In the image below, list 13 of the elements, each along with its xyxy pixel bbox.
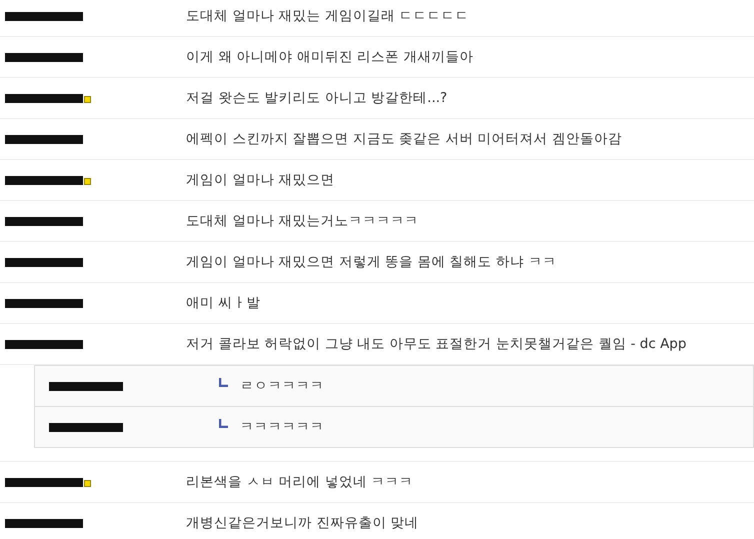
reply-text: ㄹㅇㅋㅋㅋㅋ [240, 377, 324, 395]
comment-text: 리본색을 ㅅㅂ 머리에 넣었네 ㅋㅋㅋ [186, 473, 414, 491]
comment-text: 애미 씨ㅏ발 [186, 294, 260, 312]
comment-text: 게임이 얼마나 재밌으면 [186, 171, 335, 189]
comment-text: 게임이 얼마나 재밌으면 저렇게 똥을 몸에 칠해도 하냐 ㅋㅋ [186, 253, 556, 271]
comment-text: 에펙이 스킨까지 잘뽑으면 지금도 좆같은 서버 미어터져서 겜안돌아감 [186, 130, 622, 148]
comment-text: 도대체 얼마나 재밌는거노ㅋㅋㅋㅋㅋ [186, 212, 419, 230]
comment-text: 도대체 얼마나 재밌는 게임이길래 ㄷㄷㄷㄷㄷ [186, 7, 470, 25]
comment-text: 이게 왜 아니메야 애미뒤진 리스폰 개새끼들아 [186, 48, 474, 66]
reply-text: ㅋㅋㅋㅋㅋㅋ [240, 418, 324, 436]
comment-text: 저걸 왓슨도 발키리도 아니고 방갈한테...? [186, 89, 448, 107]
comment-text: 개병신같은거보니까 진짜유출이 맞네 [186, 514, 419, 532]
comment-text: 저거 콜라보 허락없이 그냥 내도 아무도 표절한거 눈치못챌거같은 퀄임 - dc App [186, 335, 686, 353]
